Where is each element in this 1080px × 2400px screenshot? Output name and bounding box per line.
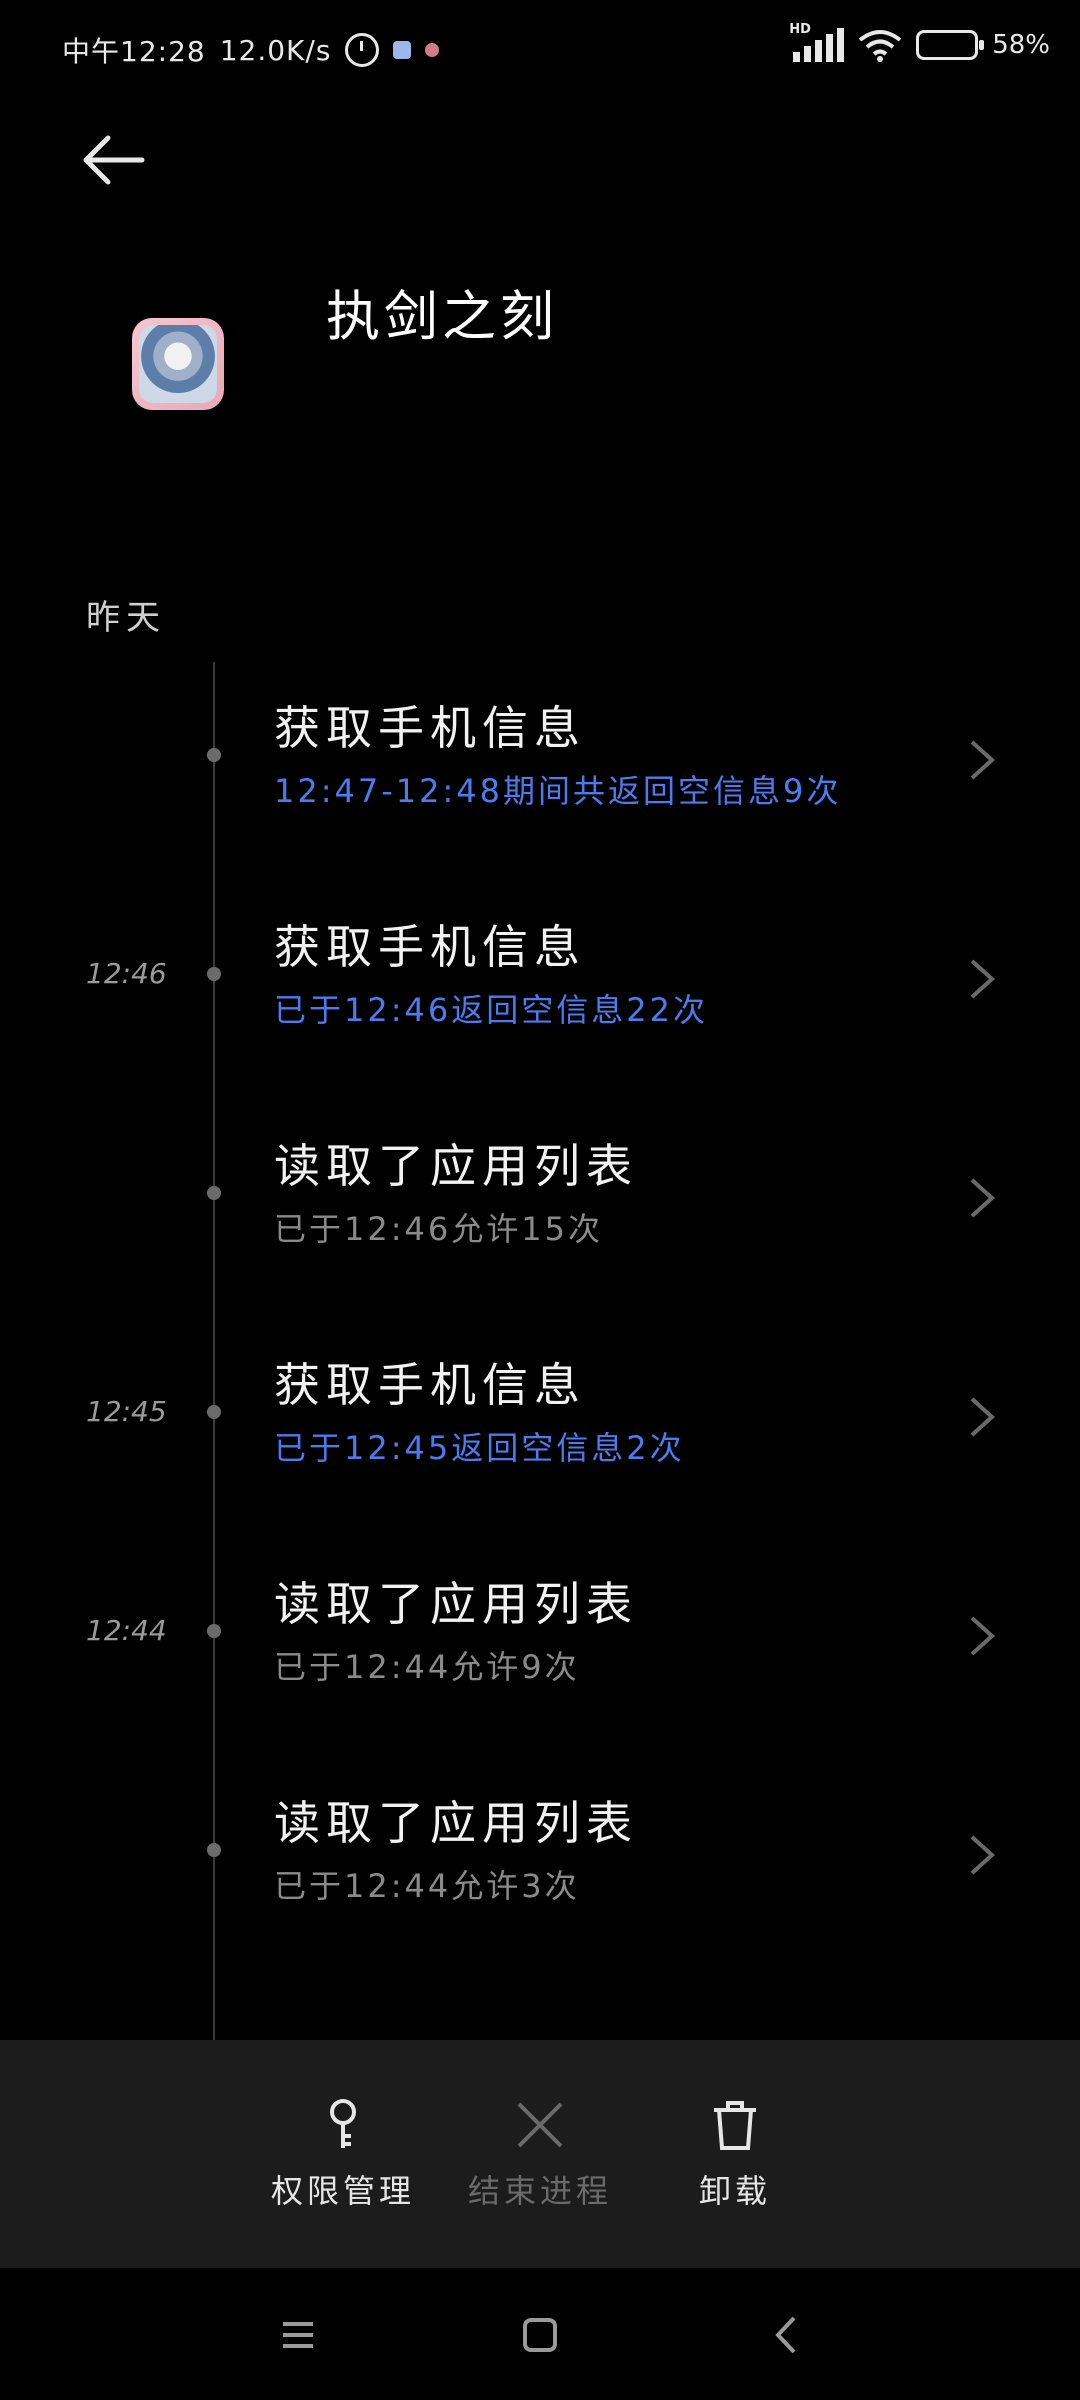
timeline-time: 12:45: [86, 1395, 167, 1428]
timeline-subtitle: 已于12:46返回空信息22次: [274, 991, 708, 1029]
home-icon[interactable]: [515, 2310, 565, 2360]
timeline-time: 12:44: [86, 1614, 167, 1647]
alarm-icon: [345, 33, 380, 67]
timeline-item[interactable]: 读取了应用列表 已于12:46允许15次: [0, 1100, 1080, 1300]
chevron-right-icon: [970, 1835, 995, 1875]
end-process-label: 结束进程: [467, 2172, 612, 2210]
timeline-item[interactable]: 获取手机信息 12:47-12:48期间共返回空信息9次: [0, 662, 1080, 862]
chevron-right-icon: [970, 740, 995, 780]
timeline-item[interactable]: 12:45 获取手机信息 已于12:45返回空信息2次: [0, 1319, 1080, 1519]
section-label-yesterday: 昨天: [86, 598, 166, 638]
chevron-right-icon: [970, 959, 995, 999]
chevron-right-icon: [970, 1397, 995, 1437]
chevron-right-icon: [970, 1178, 995, 1218]
timeline-item[interactable]: 12:46 获取手机信息 已于12:46返回空信息22次: [0, 881, 1080, 1081]
permissions-label: 权限管理: [270, 2172, 415, 2210]
timeline-subtitle: 已于12:46允许15次: [274, 1210, 603, 1248]
timeline-title: 读取了应用列表: [274, 1139, 638, 1193]
battery-percent: 58%: [992, 30, 1050, 60]
notification-icon-2: [425, 43, 440, 57]
timeline-subtitle: 已于12:44允许3次: [274, 1867, 580, 1905]
timeline-dot: [207, 967, 221, 981]
timeline-dot: [207, 748, 221, 762]
back-nav-icon[interactable]: [762, 2310, 812, 2360]
status-bar-left: 中午12:28 12.0K/s: [62, 30, 440, 70]
status-bar: 中午12:28 12.0K/s HD 58%: [0, 0, 1080, 100]
battery-icon: [916, 30, 985, 60]
navigation-bar: [0, 2268, 1080, 2400]
app-icon: [132, 318, 224, 410]
timeline-title: 获取手机信息: [274, 701, 586, 755]
timeline-title: 获取手机信息: [274, 1358, 586, 1412]
trash-icon: [714, 2101, 756, 2150]
status-time: 中午12:28: [62, 35, 206, 68]
timeline-time: 12:46: [86, 957, 167, 990]
permissions-button[interactable]: 权限管理: [253, 2098, 433, 2212]
status-bar-right: HD 58%: [789, 22, 1050, 62]
timeline-dot: [207, 1843, 221, 1857]
timeline-item[interactable]: 读取了应用列表 已于12:44允许3次: [0, 1757, 1080, 1957]
timeline-dot: [207, 1405, 221, 1419]
uninstall-label: 卸载: [698, 2172, 771, 2210]
signal-icon: HD: [789, 22, 845, 62]
wifi-icon: [858, 30, 902, 62]
timeline-dot: [207, 1186, 221, 1200]
notification-icon: [393, 41, 412, 59]
chevron-right-icon: [970, 1616, 995, 1656]
timeline-subtitle: 12:47-12:48期间共返回空信息9次: [274, 772, 842, 810]
timeline-title: 读取了应用列表: [274, 1577, 638, 1631]
timeline-subtitle: 已于12:45返回空信息2次: [274, 1429, 685, 1467]
timeline-title: 获取手机信息: [274, 920, 586, 974]
uninstall-button[interactable]: 卸载: [645, 2098, 825, 2212]
menu-icon[interactable]: [273, 2310, 323, 2360]
action-bar: 权限管理 结束进程 卸载: [0, 2040, 1080, 2268]
close-icon: [517, 2102, 563, 2148]
network-speed: 12.0K/s: [219, 33, 332, 67]
end-process-button[interactable]: 结束进程: [450, 2098, 630, 2212]
back-arrow-icon[interactable]: [78, 130, 148, 190]
timeline-dot: [207, 1624, 221, 1638]
key-icon: [330, 2099, 356, 2148]
network-type: HD: [789, 22, 811, 37]
timeline-subtitle: 已于12:44允许9次: [274, 1648, 580, 1686]
timeline-item[interactable]: 12:44 读取了应用列表 已于12:44允许9次: [0, 1538, 1080, 1738]
timeline-title: 读取了应用列表: [274, 1796, 638, 1850]
app-title: 执剑之刻: [326, 285, 558, 348]
